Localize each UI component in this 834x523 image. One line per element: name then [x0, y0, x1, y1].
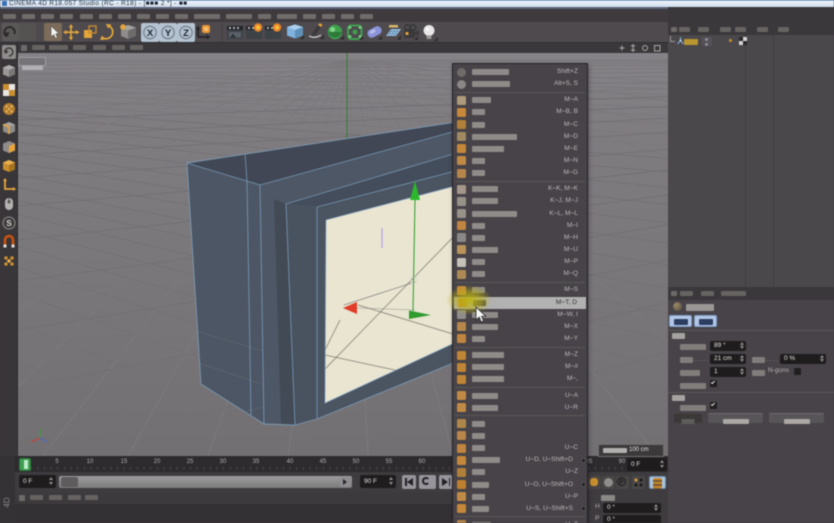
svg-text:Y: Y	[165, 28, 172, 39]
svg-text:S: S	[6, 219, 12, 228]
svg-text:X: X	[147, 28, 154, 39]
svg-text:Z: Z	[183, 28, 189, 39]
